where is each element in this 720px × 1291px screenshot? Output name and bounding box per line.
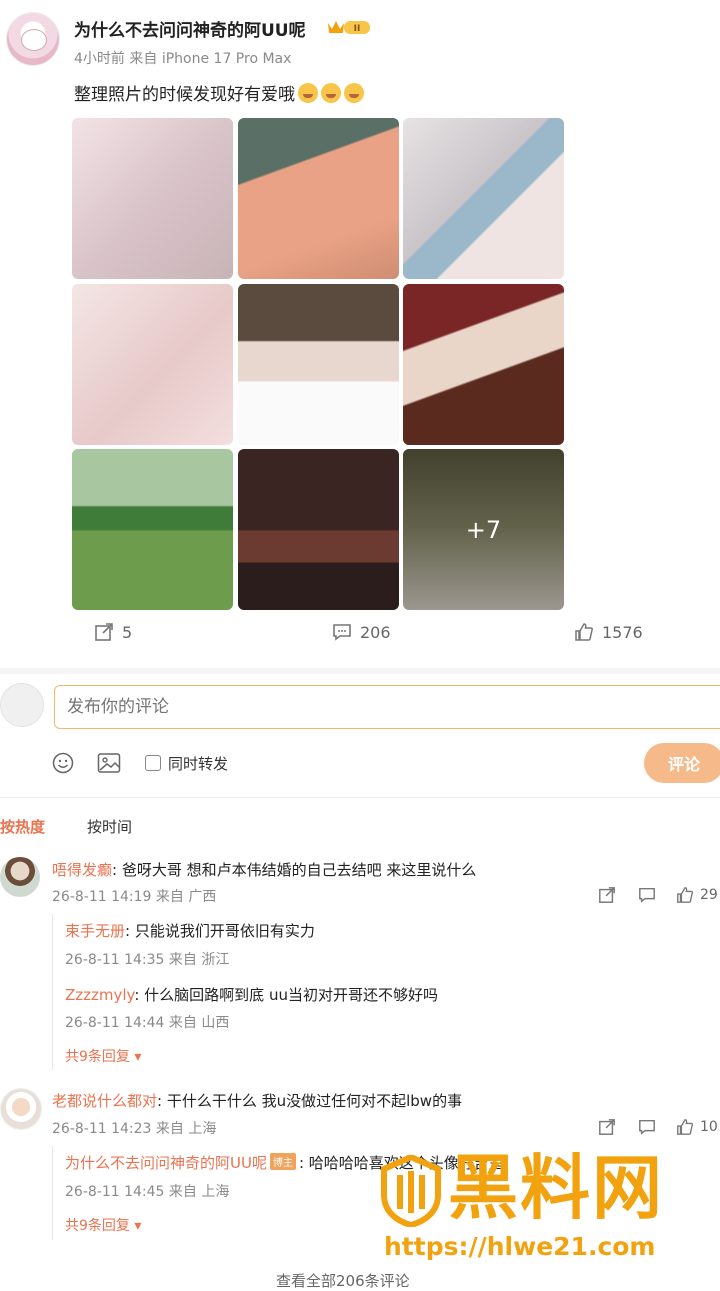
more-photos-count[interactable]: +7 [403, 449, 564, 610]
photo-3[interactable] [403, 118, 564, 279]
comment-reply-button[interactable] [638, 886, 656, 904]
photo-6[interactable] [403, 284, 564, 445]
reply-author[interactable]: Zzzzmyly [65, 986, 134, 1004]
thumbs-up-icon [575, 623, 593, 641]
commenter-avatar[interactable] [0, 1088, 42, 1130]
post-text: 整理照片的时候发现好有爱哦 [74, 85, 295, 105]
repost-icon [599, 1119, 615, 1135]
commenter-avatar[interactable] [0, 857, 40, 897]
author-name[interactable]: 为什么不去问问神奇的阿UU呢 [74, 16, 306, 41]
like-count: 1576 [602, 622, 643, 642]
repost-checkbox[interactable] [145, 755, 161, 771]
reply-body: Zzzzmyly: 什么脑回路啊到底 uu当初对开哥还不够好吗 [65, 986, 438, 1004]
smile-emoji-icon [321, 83, 341, 103]
post-source: 来自 iPhone 17 Pro Max [129, 51, 292, 67]
photo-grid: +7 [72, 118, 564, 610]
post-meta: 4小时前 来自 iPhone 17 Pro Max [74, 48, 291, 68]
comment-body: 唔得发癫: 爸呀大哥 想和卢本伟结婚的自己去结吧 来这里说什么 [52, 861, 477, 879]
photo-5[interactable] [238, 284, 399, 445]
comment-icon [639, 1119, 655, 1135]
post-content: 整理照片的时候发现好有爱哦 [74, 80, 364, 105]
comment-repost-button[interactable] [598, 1118, 616, 1136]
thumbs-up-icon [677, 1119, 694, 1135]
comment-like-button[interactable]: 29 [676, 886, 718, 904]
watermark-title: 黑料网 [448, 1147, 664, 1229]
vip-crown-badge-icon: II [328, 21, 370, 34]
post-time: 4小时前 [74, 51, 125, 67]
repost-count: 5 [122, 622, 133, 642]
comment-text: 干什么干什么 我u没做过任何对不起lbw的事 [166, 1092, 463, 1110]
comment-reply-button[interactable] [638, 1118, 656, 1136]
more-replies-label: 共9条回复 [65, 1218, 130, 1234]
repost-icon [95, 623, 113, 641]
reply-body: 束手无册: 只能说我们开哥依旧有实力 [65, 922, 315, 940]
photo-1[interactable] [72, 118, 233, 279]
watermark-logo [381, 1155, 441, 1227]
avatar-face [21, 29, 47, 51]
photo-9[interactable]: +7 [403, 449, 564, 610]
view-all-comments[interactable]: 查看全部206条评论 [276, 1270, 410, 1291]
submit-comment-button[interactable]: 评论 [644, 743, 720, 783]
comment-icon [333, 624, 351, 641]
watermark-url: https://hlwe21.com [384, 1232, 656, 1261]
image-upload-icon[interactable] [97, 752, 121, 774]
commenter-name[interactable]: 唔得发癫 [52, 861, 112, 879]
comment-input[interactable] [54, 685, 720, 729]
reply-thread: 束手无册: 只能说我们开哥依旧有实力 26-8-11 14:35 来自 浙江 Z… [52, 914, 720, 1070]
repost-button[interactable]: 5 [94, 622, 132, 642]
tab-sort-hot[interactable]: 按热度 [0, 816, 45, 837]
composer-divider [0, 797, 720, 798]
caret-down-icon: ▾ [129, 1218, 142, 1234]
comment-icon [639, 887, 655, 903]
reply-time: 26-8-11 14:44 来自 山西 [65, 1015, 230, 1031]
photo-2[interactable] [238, 118, 399, 279]
tab-sort-time[interactable]: 按时间 [87, 816, 132, 837]
author-avatar[interactable] [6, 12, 60, 66]
like-button[interactable]: 1576 [574, 622, 643, 642]
comment-like-button[interactable]: 10 [676, 1118, 718, 1136]
comment-button[interactable]: 206 [332, 622, 391, 642]
photo-7[interactable] [72, 449, 233, 610]
commenter-name[interactable]: 老都说什么都对 [52, 1092, 157, 1110]
reply-time: 26-8-11 14:45 来自 上海 [65, 1184, 230, 1200]
emoji-picker-icon[interactable] [52, 752, 74, 774]
reply-text: 只能说我们开哥依旧有实力 [134, 922, 315, 940]
level-badge: II [354, 24, 361, 34]
comment-time: 26-8-11 14:23 来自 上海 [52, 1121, 217, 1137]
repost-checkbox-label: 同时转发 [168, 755, 229, 773]
comment-count: 206 [360, 622, 391, 642]
repost-icon [599, 887, 615, 903]
photo-4[interactable] [72, 284, 233, 445]
smile-emoji-icon [344, 83, 364, 103]
photo-8[interactable] [238, 449, 399, 610]
reply-author[interactable]: 束手无册 [65, 922, 125, 940]
current-user-avatar [0, 683, 44, 727]
smile-emoji-icon [298, 83, 318, 103]
comment-repost-button[interactable] [598, 886, 616, 904]
view-more-replies[interactable]: 共9条回复 ▾ [65, 1215, 141, 1235]
reply-time: 26-8-11 14:35 来自 浙江 [65, 952, 230, 968]
caret-down-icon: ▾ [129, 1049, 142, 1065]
comment-text: 爸呀大哥 想和卢本伟结婚的自己去结吧 来这里说什么 [121, 861, 477, 879]
reply-text: 什么脑回路啊到底 uu当初对开哥还不够好吗 [144, 986, 438, 1004]
more-replies-label: 共9条回复 [65, 1049, 130, 1065]
thumbs-up-icon [677, 887, 694, 903]
section-divider [0, 668, 720, 674]
author-badge: 博主 [269, 1153, 296, 1170]
view-more-replies[interactable]: 共9条回复 ▾ [65, 1046, 141, 1066]
reply-author[interactable]: 为什么不去问问神奇的阿UU呢 [65, 1154, 267, 1172]
comment-body: 老都说什么都对: 干什么干什么 我u没做过任何对不起lbw的事 [52, 1092, 463, 1110]
comment-like-count: 10 [700, 1119, 718, 1135]
comment-like-count: 29 [700, 887, 718, 903]
comment-time: 26-8-11 14:19 来自 广西 [52, 889, 217, 905]
